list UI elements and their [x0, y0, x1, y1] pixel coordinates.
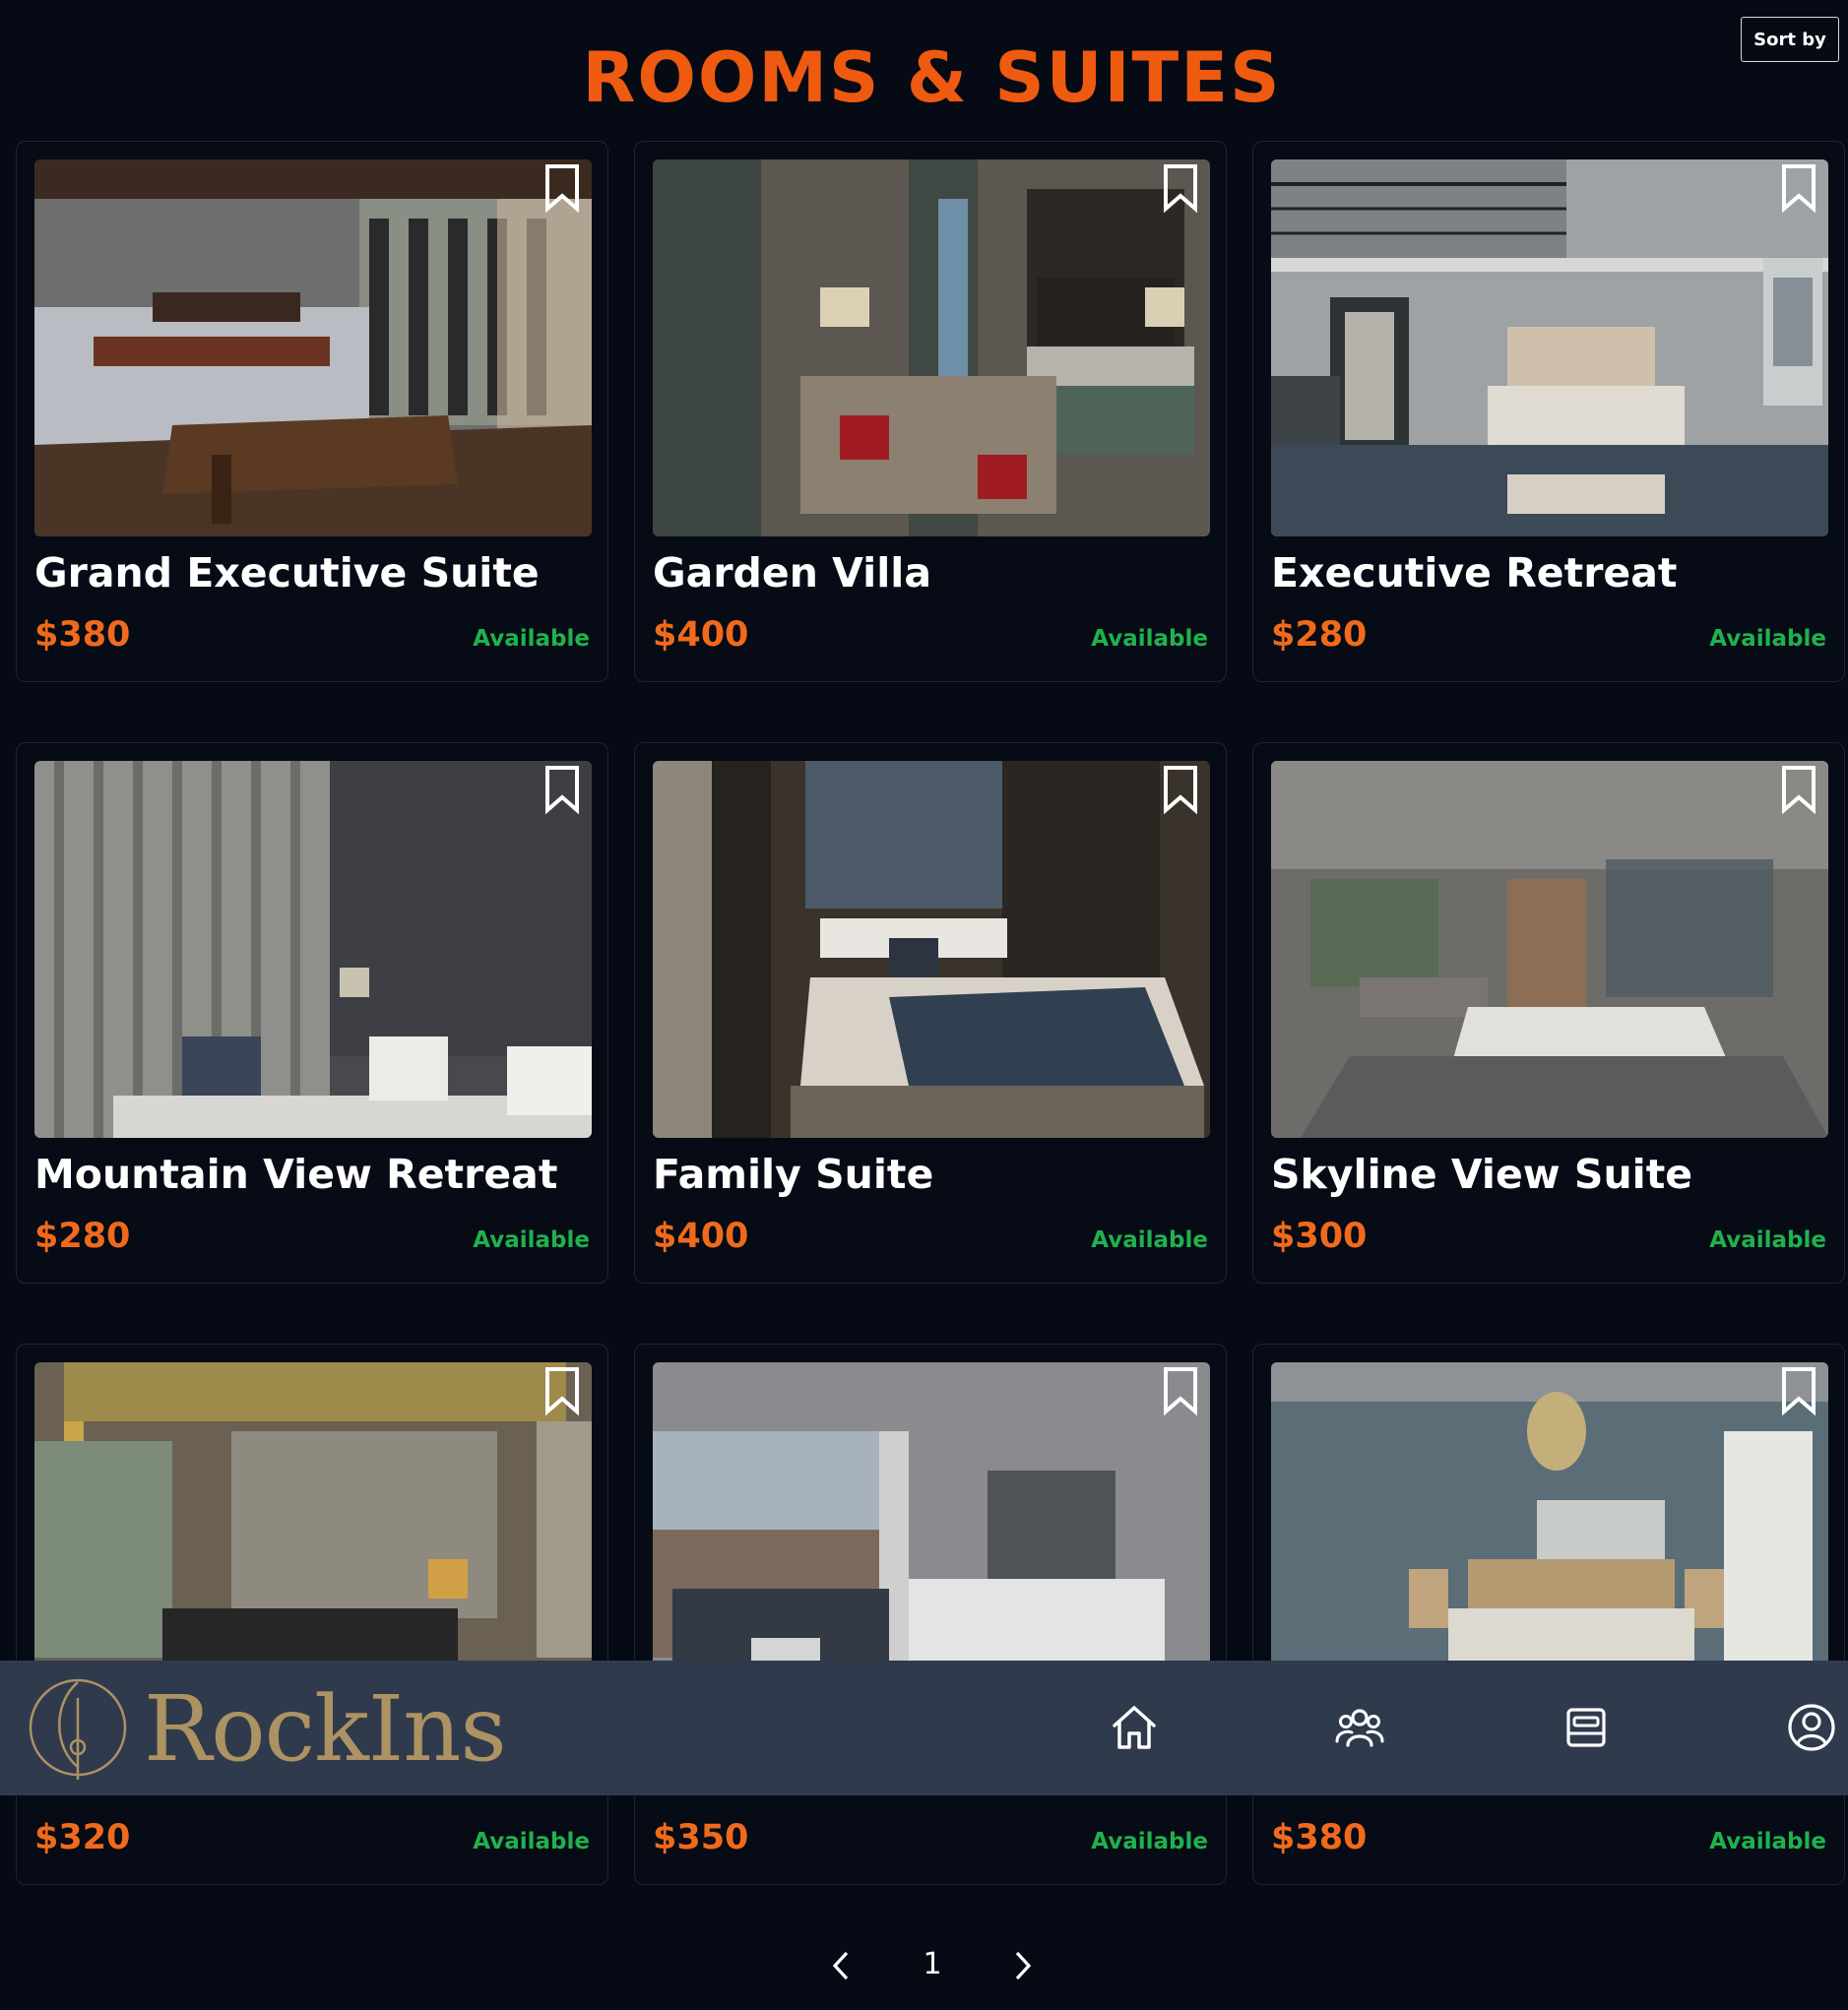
bookmark-icon[interactable] — [544, 765, 580, 814]
availability-status: Available — [1091, 1829, 1208, 1854]
room-price: $300 — [1271, 1217, 1368, 1256]
rooms-grid: Grand Executive Suite $380 Available Gar… — [16, 141, 1845, 1885]
sort-by-button[interactable]: Sort by — [1741, 17, 1839, 62]
room-name: Executive Retreat — [1271, 549, 1678, 597]
availability-status: Available — [473, 1829, 590, 1854]
availability-status: Available — [473, 626, 590, 652]
room-price: $380 — [34, 615, 131, 655]
availability-status: Available — [1709, 1829, 1826, 1854]
pagination: 1 — [0, 1941, 1848, 1990]
room-price: $280 — [34, 1217, 131, 1256]
room-photo — [34, 159, 592, 536]
room-card[interactable]: Garden Villa $400 Available — [634, 141, 1227, 682]
room-name: Skyline View Suite — [1271, 1151, 1693, 1198]
bottom-nav-bar: RockIns — [0, 1661, 1848, 1795]
availability-status: Available — [1091, 1227, 1208, 1253]
users-icon[interactable] — [1334, 1702, 1385, 1753]
bookmark-icon[interactable] — [1781, 765, 1816, 814]
room-card[interactable]: Grand Executive Suite $380 Available — [16, 141, 608, 682]
home-icon[interactable] — [1109, 1702, 1160, 1753]
room-price: $400 — [653, 615, 749, 655]
room-card[interactable]: Skyline View Suite $300 Available — [1252, 742, 1845, 1284]
brand-name: RockIns — [144, 1676, 507, 1782]
room-card[interactable]: $320 Available — [16, 1344, 608, 1885]
room-card[interactable]: Executive Retreat $280 Available — [1252, 141, 1845, 682]
room-card[interactable]: Family Suite $400 Available — [634, 742, 1227, 1284]
bookmark-icon[interactable] — [544, 1366, 580, 1415]
current-page-number[interactable]: 1 — [921, 1947, 944, 1981]
bed-icon[interactable] — [1561, 1702, 1612, 1753]
bookmark-icon[interactable] — [1163, 1366, 1198, 1415]
room-card[interactable]: Mountain View Retreat $280 Available — [16, 742, 608, 1284]
availability-status: Available — [1709, 626, 1826, 652]
room-name: Garden Villa — [653, 549, 931, 597]
room-price: $400 — [653, 1217, 749, 1256]
availability-status: Available — [1709, 1227, 1826, 1253]
brand-logo[interactable]: RockIns — [26, 1676, 507, 1782]
bookmark-icon[interactable] — [1781, 1366, 1816, 1415]
room-name: Mountain View Retreat — [34, 1151, 558, 1198]
chevron-right-icon[interactable] — [1007, 1949, 1037, 1982]
room-photo — [34, 761, 592, 1138]
room-card[interactable]: $350 Available — [634, 1344, 1227, 1885]
room-photo — [1271, 159, 1828, 536]
chevron-left-icon[interactable] — [827, 1949, 857, 1982]
room-price: $280 — [1271, 615, 1368, 655]
room-card[interactable]: $380 Available — [1252, 1344, 1845, 1885]
room-price: $320 — [34, 1818, 131, 1857]
room-photo — [653, 159, 1210, 536]
bookmark-icon[interactable] — [544, 163, 580, 213]
room-photo — [653, 761, 1210, 1138]
availability-status: Available — [1091, 626, 1208, 652]
logo-emblem-icon — [29, 1678, 127, 1780]
room-name: Grand Executive Suite — [34, 549, 540, 597]
bookmark-icon[interactable] — [1163, 163, 1198, 213]
room-price: $380 — [1271, 1818, 1368, 1857]
room-photo — [1271, 761, 1828, 1138]
room-name: Family Suite — [653, 1151, 934, 1198]
availability-status: Available — [473, 1227, 590, 1253]
bookmark-icon[interactable] — [1781, 163, 1816, 213]
bookmark-icon[interactable] — [1163, 765, 1198, 814]
profile-icon[interactable] — [1786, 1702, 1837, 1753]
page-title: ROOMS & SUITES — [582, 37, 1282, 118]
room-price: $350 — [653, 1818, 749, 1857]
